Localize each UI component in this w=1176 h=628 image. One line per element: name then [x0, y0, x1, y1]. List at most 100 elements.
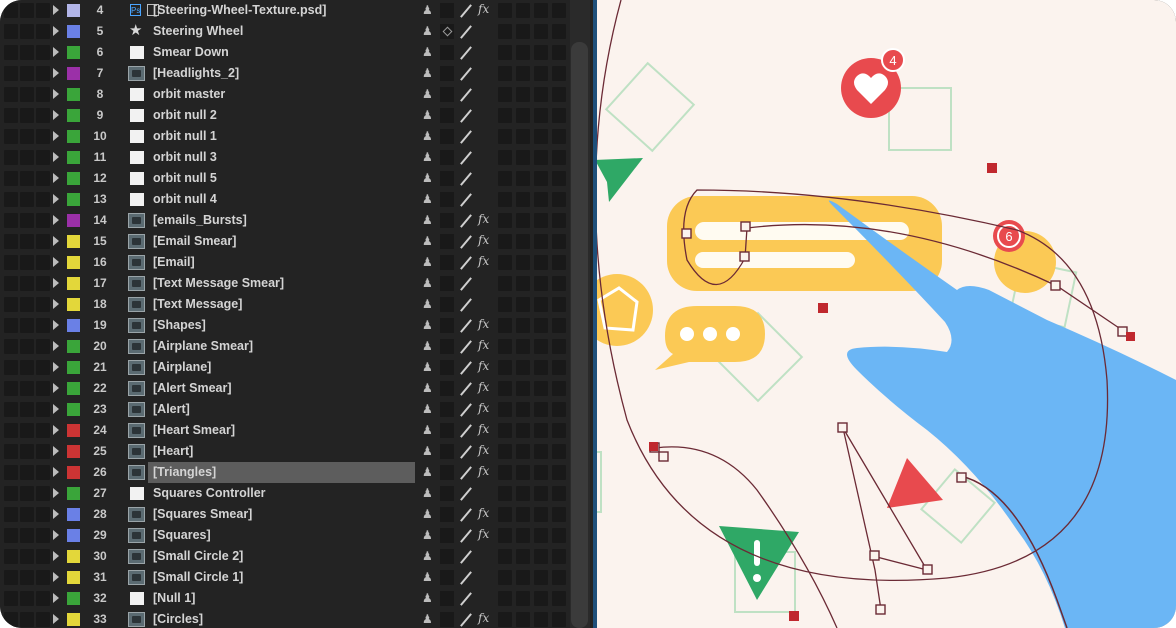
switch-cell[interactable] — [498, 360, 512, 375]
quality-switch-icon[interactable] — [458, 24, 474, 39]
fx-icon[interactable]: fx — [478, 317, 489, 331]
av-switch-cell[interactable] — [4, 360, 18, 375]
fx-icon[interactable]: fx — [478, 464, 489, 478]
layer-row[interactable]: 23 [Alert] ♟ fx — [0, 399, 596, 420]
av-switch-cell[interactable] — [36, 570, 50, 585]
switch-cell[interactable] — [498, 192, 512, 207]
switch-cell[interactable] — [534, 402, 548, 417]
switch-cell[interactable] — [516, 528, 530, 543]
av-switch-cell[interactable] — [20, 213, 34, 228]
composition-viewer[interactable]: 4 6 — [597, 0, 1176, 628]
av-switch-cell[interactable] — [4, 234, 18, 249]
quality-switch-icon[interactable] — [458, 339, 474, 354]
switch-cell[interactable] — [552, 549, 566, 564]
layer-row[interactable]: 4 Ps [Steering-Wheel-Texture.psd] ♟ fx — [0, 0, 596, 21]
switch-cell[interactable] — [498, 423, 512, 438]
switch-cell[interactable] — [534, 276, 548, 291]
switch-cell[interactable] — [516, 234, 530, 249]
switch-cell[interactable] — [534, 24, 548, 39]
quality-switch-icon[interactable] — [458, 465, 474, 480]
av-switch-cell[interactable] — [20, 360, 34, 375]
shy-icon[interactable]: ♟ — [422, 339, 433, 353]
av-switch-cell[interactable] — [36, 465, 50, 480]
av-switch-cell[interactable] — [36, 171, 50, 186]
switch-cell[interactable] — [498, 213, 512, 228]
quality-switch-icon[interactable] — [458, 192, 474, 207]
quality-switch-icon[interactable] — [458, 528, 474, 543]
switch-cell[interactable] — [534, 591, 548, 606]
layer-row[interactable]: 14 [emails_Bursts] ♟ fx — [0, 210, 596, 231]
layer-row[interactable]: 30 [Small Circle 2] ♟ — [0, 546, 596, 567]
switch-cell[interactable] — [516, 213, 530, 228]
av-switch-cell[interactable] — [20, 3, 34, 18]
quality-switch-icon[interactable] — [458, 234, 474, 249]
av-switch-cell[interactable] — [20, 255, 34, 270]
switch-cell[interactable] — [552, 444, 566, 459]
layer-row[interactable]: 11 orbit null 3 ♟ — [0, 147, 596, 168]
layer-name-box[interactable]: Squares Controller — [148, 483, 415, 504]
av-switch-cell[interactable] — [4, 381, 18, 396]
switch-cell[interactable] — [498, 507, 512, 522]
switch-cell[interactable] — [498, 570, 512, 585]
layer-name-box[interactable]: [Text Message] — [148, 294, 415, 315]
label-color-swatch[interactable] — [67, 88, 80, 101]
shy-icon[interactable]: ♟ — [422, 24, 433, 38]
switch-cell[interactable] — [498, 381, 512, 396]
switch-cell[interactable] — [534, 87, 548, 102]
label-color-swatch[interactable] — [67, 529, 80, 542]
shy-icon[interactable]: ♟ — [422, 129, 433, 143]
fx-icon[interactable]: fx — [478, 338, 489, 352]
collapse-switch-cell[interactable] — [440, 87, 454, 102]
switch-cell[interactable] — [552, 192, 566, 207]
twirl-triangle-icon[interactable] — [53, 173, 59, 183]
layer-name-box[interactable]: [Shapes] — [148, 315, 415, 336]
twirl-triangle-icon[interactable] — [53, 257, 59, 267]
av-switch-cell[interactable] — [36, 24, 50, 39]
av-switch-cell[interactable] — [4, 423, 18, 438]
switch-cell[interactable] — [516, 45, 530, 60]
label-color-swatch[interactable] — [67, 4, 80, 17]
av-switch-cell[interactable] — [36, 423, 50, 438]
av-switch-cell[interactable] — [36, 612, 50, 627]
av-switch-cell[interactable] — [36, 150, 50, 165]
quality-switch-icon[interactable] — [458, 402, 474, 417]
fx-icon[interactable]: fx — [478, 212, 489, 226]
label-color-swatch[interactable] — [67, 67, 80, 80]
label-color-swatch[interactable] — [67, 487, 80, 500]
collapse-switch-cell[interactable] — [440, 423, 454, 438]
switch-cell[interactable] — [498, 3, 512, 18]
label-color-swatch[interactable] — [67, 193, 80, 206]
shy-icon[interactable]: ♟ — [422, 402, 433, 416]
fx-icon[interactable]: fx — [478, 380, 489, 394]
av-switch-cell[interactable] — [4, 213, 18, 228]
av-switch-cell[interactable] — [4, 318, 18, 333]
switch-cell[interactable] — [534, 255, 548, 270]
fx-icon[interactable]: fx — [478, 422, 489, 436]
av-switch-cell[interactable] — [36, 108, 50, 123]
layer-name-box[interactable]: [Airplane] — [148, 357, 415, 378]
label-color-swatch[interactable] — [67, 592, 80, 605]
layer-row[interactable]: 15 [Email Smear] ♟ fx — [0, 231, 596, 252]
collapse-switch-cell[interactable] — [440, 549, 454, 564]
twirl-triangle-icon[interactable] — [53, 47, 59, 57]
fx-icon[interactable]: fx — [478, 2, 489, 16]
quality-switch-icon[interactable] — [458, 360, 474, 375]
switch-cell[interactable] — [552, 108, 566, 123]
switch-cell[interactable] — [534, 192, 548, 207]
switch-cell[interactable] — [534, 360, 548, 375]
switch-cell[interactable] — [552, 66, 566, 81]
collapse-switch-cell[interactable] — [440, 339, 454, 354]
twirl-triangle-icon[interactable] — [53, 26, 59, 36]
av-switch-cell[interactable] — [4, 108, 18, 123]
collapse-switch-cell[interactable] — [440, 444, 454, 459]
av-switch-cell[interactable] — [4, 507, 18, 522]
collapse-switch-cell[interactable] — [440, 108, 454, 123]
shy-icon[interactable]: ♟ — [422, 549, 433, 563]
collapse-switch-cell[interactable] — [440, 570, 454, 585]
layer-name-box[interactable]: [Circles] — [148, 609, 415, 628]
quality-switch-icon[interactable] — [458, 381, 474, 396]
switch-cell[interactable] — [516, 486, 530, 501]
layer-name-box[interactable]: [Squares Smear] — [148, 504, 415, 525]
twirl-triangle-icon[interactable] — [53, 362, 59, 372]
collapse-switch-cell[interactable] — [440, 402, 454, 417]
